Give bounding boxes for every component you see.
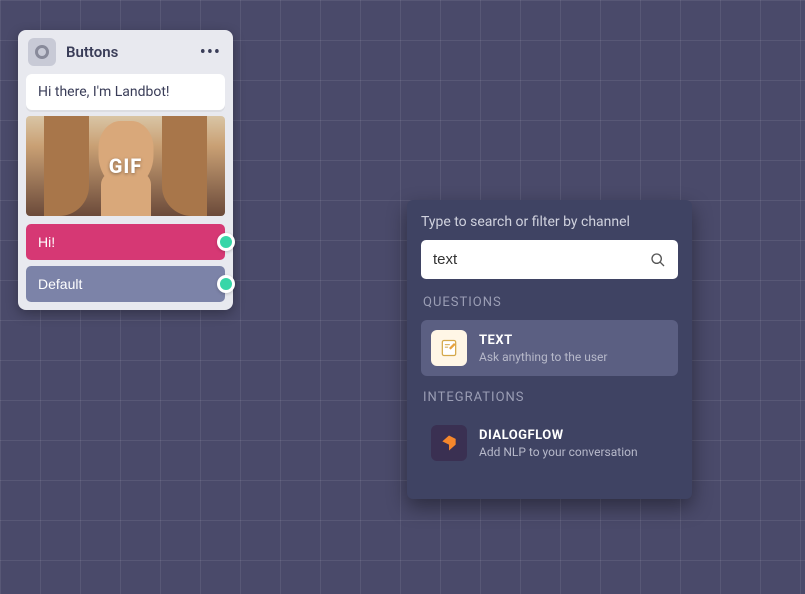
result-title: DIALOGFLOW [479,428,638,443]
card-header-left: Buttons [28,38,118,66]
text-block-icon [431,330,467,366]
result-dialogflow-block[interactable]: DIALOGFLOW Add NLP to your conversation [421,415,678,471]
search-wrapper [421,240,678,279]
option-hi-button[interactable]: Hi! [26,224,225,260]
output-port[interactable] [217,233,235,251]
search-icon [650,252,666,268]
block-picker-panel: Type to search or filter by channel QUES… [407,200,692,499]
more-icon[interactable]: ••• [200,42,223,63]
option-default-button[interactable]: Default [26,266,225,302]
result-title: TEXT [479,333,607,348]
panel-hint: Type to search or filter by channel [421,214,678,230]
dialogflow-icon [439,433,459,453]
option-label: Hi! [38,234,55,250]
node-buttons-card[interactable]: Buttons ••• Hi there, I'm Landbot! GIF H… [18,30,233,310]
section-title-integrations: INTEGRATIONS [421,390,678,405]
node-type-icon [28,38,56,66]
result-text-block[interactable]: TEXT Ask anything to the user [421,320,678,376]
output-port[interactable] [217,275,235,293]
option-label: Default [38,276,82,292]
section-title-questions: QUESTIONS [421,295,678,310]
bot-message[interactable]: Hi there, I'm Landbot! [26,74,225,110]
gif-attachment[interactable]: GIF [26,116,225,216]
result-text-wrap: DIALOGFLOW Add NLP to your conversation [479,428,638,459]
result-desc: Add NLP to your conversation [479,445,638,459]
dialogflow-block-icon [431,425,467,461]
note-icon [439,338,459,358]
result-desc: Ask anything to the user [479,350,607,364]
search-input[interactable] [421,240,678,279]
card-title: Buttons [66,43,118,61]
result-text-wrap: TEXT Ask anything to the user [479,333,607,364]
gif-label: GIF [109,154,143,178]
card-header: Buttons ••• [26,38,225,74]
